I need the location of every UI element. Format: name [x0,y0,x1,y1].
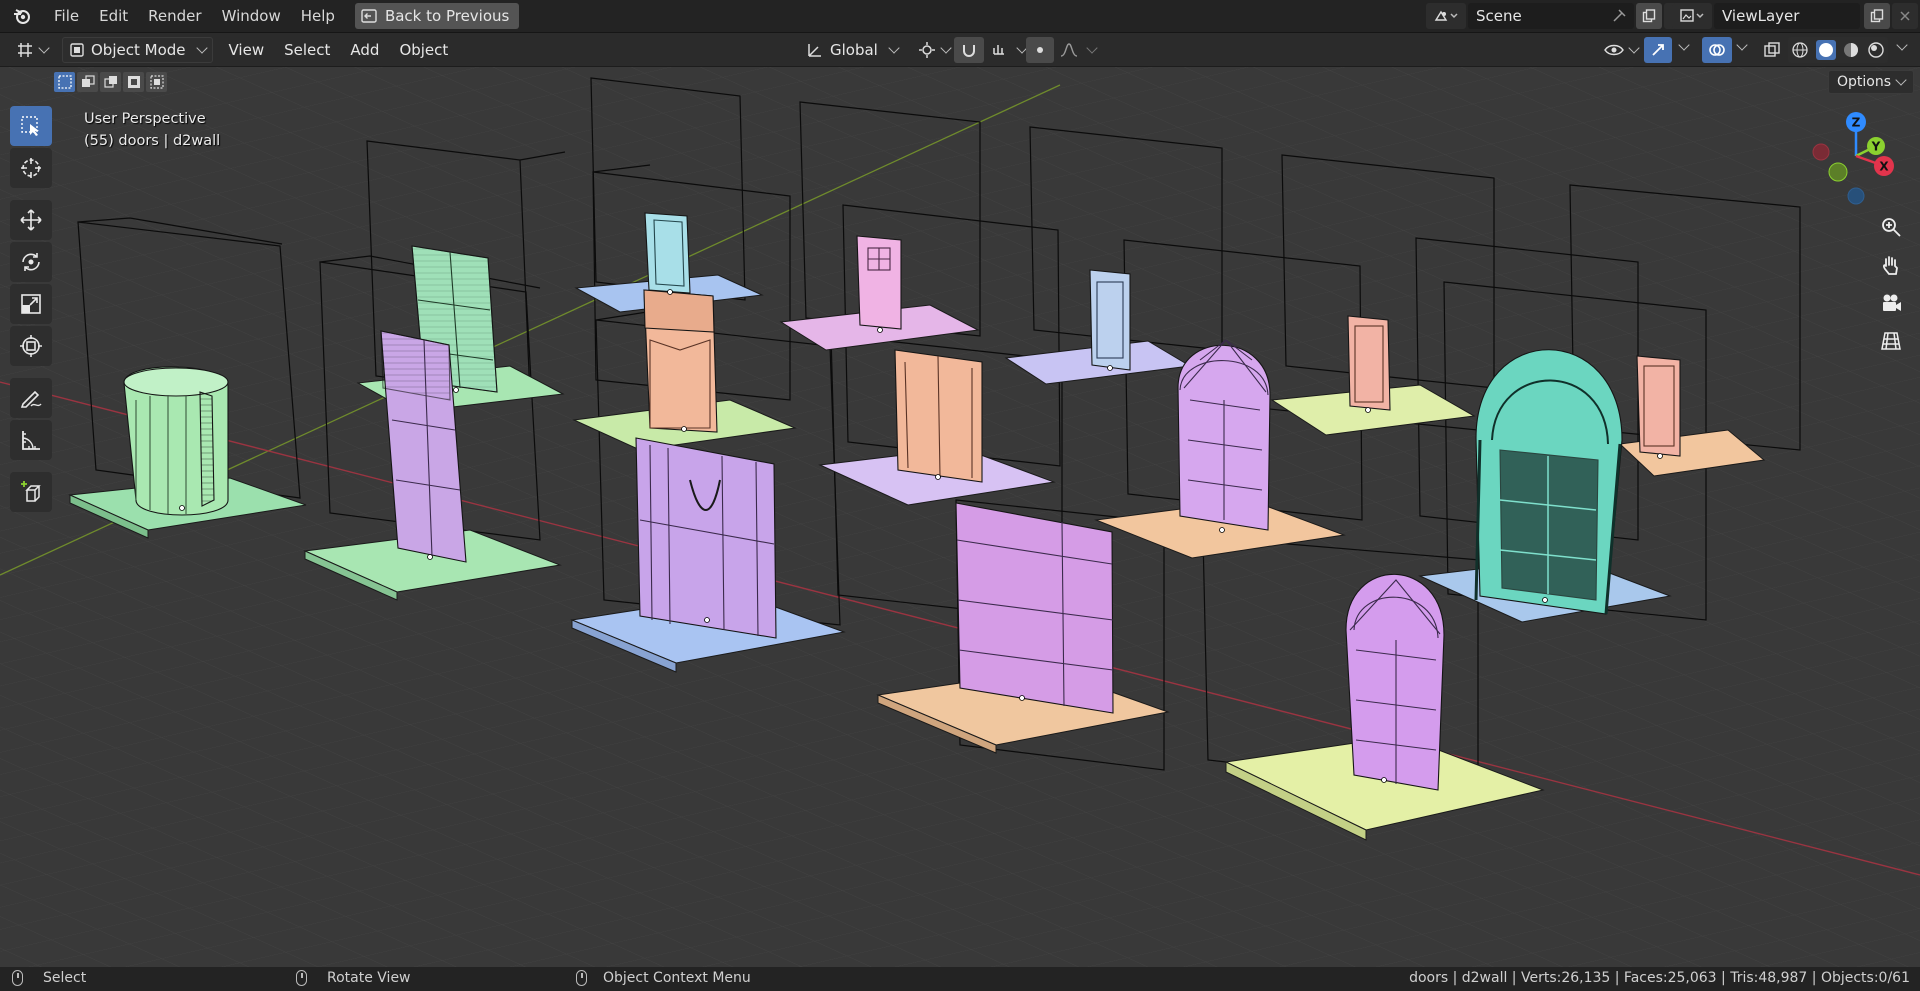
status-rotate: Rotate View [296,970,411,986]
menu-edit[interactable]: Edit [89,4,138,28]
camera-icon[interactable] [1876,288,1906,318]
orientation-label: Global [830,40,878,59]
status-bar: Select Rotate View Object Context Menu d… [0,967,1920,991]
hand-icon[interactable] [1876,250,1906,280]
viewlayer-browse-button[interactable] [1672,3,1712,29]
options-dropdown[interactable]: Options [1827,70,1914,94]
solid-icon[interactable] [1815,40,1836,60]
xray-icon[interactable] [1758,37,1786,63]
select-difference-icon[interactable] [123,72,144,92]
viewlayer-name-field[interactable]: ViewLayer [1714,3,1860,29]
select-box-icon[interactable] [10,106,52,146]
measure-icon[interactable] [10,420,52,460]
status-rotate-label: Rotate View [327,970,411,986]
scene-canvas[interactable] [0,67,1920,967]
header-menu-select[interactable]: Select [274,37,340,63]
mode-label: Object Mode [91,40,186,59]
3d-viewport[interactable] [0,67,1920,967]
viewport-header: Object Mode View Select Add Object Globa… [0,32,1920,66]
scene-icon [1434,10,1458,21]
navigation-gizmo[interactable]: Z Y X [1800,108,1900,208]
viewlayer-name: ViewLayer [1722,7,1800,25]
select-subtract-icon[interactable] [100,72,121,92]
material-icon[interactable] [1842,41,1860,59]
cursor-icon[interactable] [10,148,52,188]
scene-stats: doors | d2wall | Verts:26,135 | Faces:25… [1409,970,1910,986]
viewport-info: User Perspective (55) doors | d2wall [84,108,220,152]
status-context: Object Context Menu [576,970,751,986]
snap-icon[interactable] [954,36,984,63]
copy-icon[interactable] [1636,3,1662,29]
pin-icon[interactable] [1606,3,1632,29]
mode-dropdown[interactable]: Object Mode [62,36,213,63]
viewlayer-selector: ViewLayer [1672,3,1918,29]
viewlayer-copy-icon[interactable] [1864,3,1890,29]
shading-modes [1788,37,1888,63]
zoom-icon[interactable] [1876,212,1906,242]
status-select: Select [12,970,86,986]
top-menu-bar: File Edit Render Window Help Back to Pre… [0,0,1920,32]
editor-type-icon[interactable] [10,37,54,63]
add-cube-icon[interactable] [10,472,52,512]
pivot-icon[interactable] [912,37,956,63]
header-menu-object[interactable]: Object [389,37,458,63]
select-mode-buttons [54,72,167,92]
gizmo-x-label: X [1879,160,1889,174]
status-select-label: Select [43,970,87,986]
collection-label: (55) doors | d2wall [84,133,221,149]
rendered-icon[interactable] [1867,41,1885,59]
header-menu-view[interactable]: View [219,37,275,63]
overlay-icon[interactable] [1702,36,1732,63]
back-icon [361,9,377,23]
scene-name: Scene [1476,7,1522,25]
select-new-icon[interactable] [54,72,75,92]
annotate-icon[interactable] [10,378,52,418]
wireframe-icon[interactable] [1791,41,1809,59]
gizmo-y-label: Y [1871,140,1881,154]
tool-shelf [10,106,52,512]
scale-icon[interactable] [10,284,52,324]
status-context-label: Object Context Menu [603,970,751,986]
rotate-icon[interactable] [10,242,52,282]
header-menu-add[interactable]: Add [340,37,389,63]
proportional-icon[interactable] [1026,36,1054,63]
viewlayer-icon [1680,9,1704,22]
orientation-icon [808,43,821,57]
visibility-icon[interactable] [1598,37,1644,63]
falloff-icon[interactable] [1054,37,1102,63]
gizmo-icon[interactable] [1644,36,1672,63]
back-button-label: Back to Previous [384,7,510,25]
blender-logo-icon[interactable] [10,4,34,28]
back-to-previous-button[interactable]: Back to Previous [354,3,520,29]
left-mouse-icon [12,970,23,986]
transform-icon[interactable] [10,326,52,366]
orientation-dropdown[interactable]: Global [800,37,904,63]
menu-window[interactable]: Window [212,4,291,28]
select-extend-icon[interactable] [77,72,98,92]
options-label: Options [1836,74,1891,90]
menu-help[interactable]: Help [291,4,345,28]
scene-browse-button[interactable] [1426,3,1466,29]
menu-file[interactable]: File [44,4,89,28]
viewlayer-close-icon[interactable] [1892,3,1918,29]
gizmo-z-label: Z [1852,116,1861,130]
middle-mouse-icon [296,970,307,986]
select-intersect-icon[interactable] [146,72,167,92]
move-icon[interactable] [10,200,52,240]
right-mouse-icon [576,970,587,986]
scene-selector: Scene [1426,3,1690,29]
menu-render[interactable]: Render [138,4,211,28]
perspective-label: User Perspective [84,111,206,127]
grid-icon[interactable] [1876,326,1906,356]
object-mode-icon [70,42,84,57]
